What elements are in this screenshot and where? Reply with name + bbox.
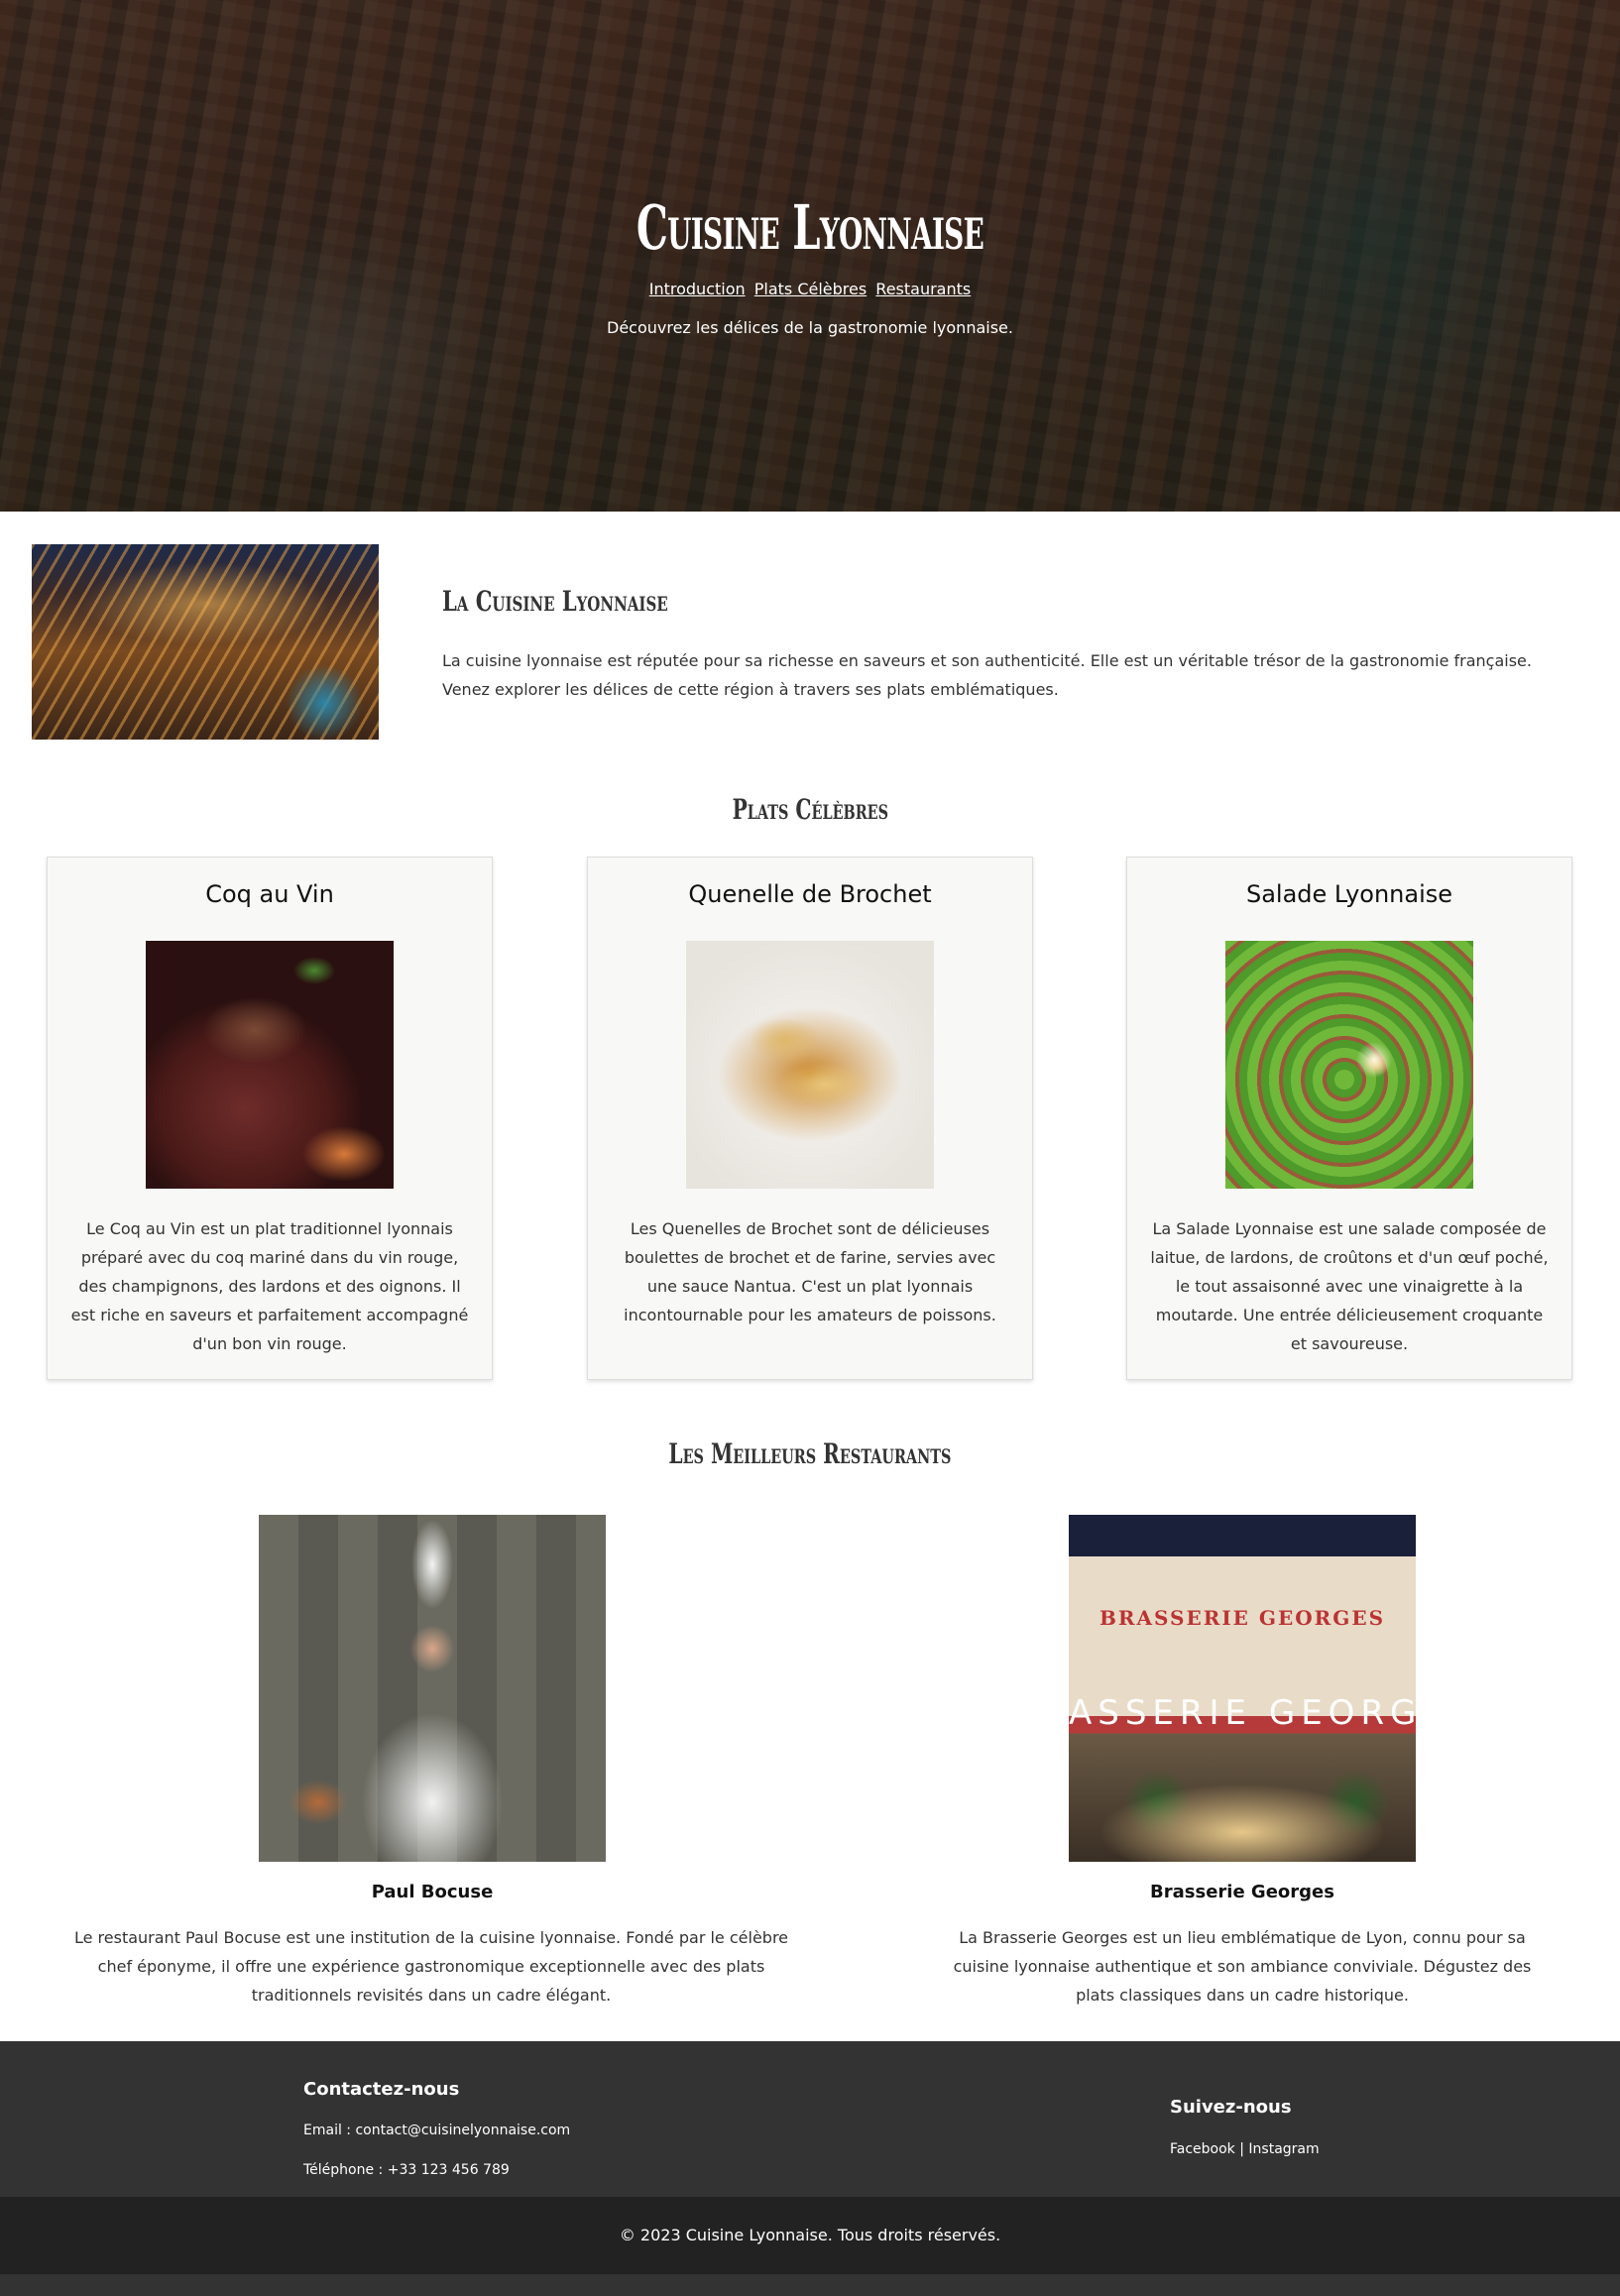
intro-text: La cuisine lyonnaise est réputée pour sa… [442,651,1532,699]
dish-card-coq-au-vin: Coq au Vin Le Coq au Vin est un plat tra… [47,857,493,1380]
salade-lyonnaise-photo [1225,941,1473,1189]
hero-tagline: Découvrez les délices de la gastronomie … [607,318,1013,337]
coq-au-vin-photo [146,941,394,1189]
dish-description: Le Coq au Vin est un plat traditionnel l… [70,1219,469,1353]
dish-name: Quenelle de Brochet [688,880,932,908]
site-title: Cuisine Lyonnaise [636,191,984,264]
quenelle-photo [686,941,934,1189]
dish-name: Salade Lyonnaise [1245,880,1453,908]
contact-email[interactable]: Email : contact@cuisinelyonnaise.com [303,2123,570,2138]
hero-content: Cuisine Lyonnaise Introduction Plats Cél… [0,188,1620,337]
main-nav: Introduction Plats Célèbres Restaurants [0,280,1620,298]
nav-link-plats-celebres[interactable]: Plats Célèbres [754,280,867,298]
page-bottom-strip [0,2274,1620,2296]
nav-link-restaurants[interactable]: Restaurants [875,280,971,298]
brasserie-neon-text: ASSERIE GEORGE [1069,1693,1416,1733]
paul-bocuse-photo [259,1515,606,1862]
site-footer: Contactez-nous Email : contact@cuisinely… [0,2041,1620,2197]
restaurant-description: La Brasserie Georges est un lieu embléma… [953,1928,1532,2005]
dishes-section-title: Plats Célèbres [732,793,888,826]
social-links: Facebook | Instagram [1170,2141,1320,2157]
dish-description: La Salade Lyonnaise est une salade compo… [1150,1219,1549,1353]
nav-link-introduction[interactable]: Introduction [649,280,746,298]
hero-banner: Cuisine Lyonnaise Introduction Plats Cél… [0,0,1620,512]
restaurant-description: Le restaurant Paul Bocuse est une instit… [73,1928,789,2005]
dish-card-quenelle: Quenelle de Brochet Les Quenelles de Bro… [587,857,1033,1380]
restaurant-name: Brasserie Georges [1150,1882,1334,1902]
contact-title: Contactez-nous [303,2079,460,2100]
facebook-link[interactable]: Facebook [1170,2141,1235,2157]
dish-description: Les Quenelles de Brochet sont de délicie… [624,1219,996,1324]
instagram-link[interactable]: Instagram [1248,2141,1319,2157]
lyon-night-photo [32,544,379,740]
copyright-text: © 2023 Cuisine Lyonnaise. Tous droits ré… [619,2226,1001,2244]
dish-card-salade: Salade Lyonnaise La Salade Lyonnaise est… [1126,857,1572,1380]
contact-phone[interactable]: Téléphone : +33 123 456 789 [303,2162,510,2178]
copyright-bar: © 2023 Cuisine Lyonnaise. Tous droits ré… [0,2197,1620,2274]
restaurants-section-title: Les Meilleurs Restaurants [668,1437,952,1470]
dish-name: Coq au Vin [205,880,334,908]
brasserie-sign-text: BRASSERIE GEORGES [1099,1606,1386,1630]
brasserie-georges-photo: BRASSERIE GEORGES ASSERIE GEORGE [1069,1515,1416,1862]
restaurant-name: Paul Bocuse [371,1882,494,1902]
social-separator: | [1239,2141,1244,2157]
social-title: Suivez-nous [1170,2097,1292,2118]
intro-title: La Cuisine Lyonnaise [442,585,668,618]
